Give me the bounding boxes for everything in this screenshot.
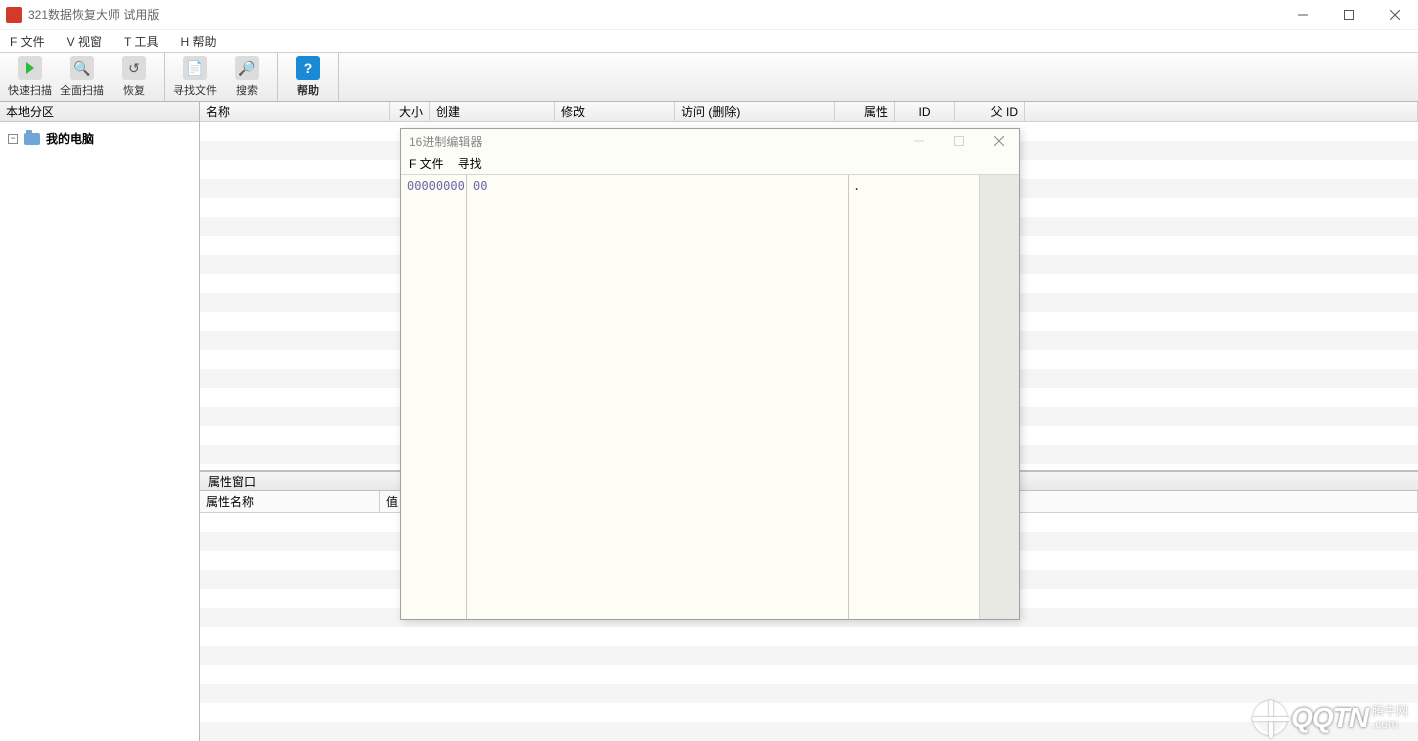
prop-col-name[interactable]: 属性名称 — [200, 491, 380, 512]
help-icon: ? — [296, 56, 320, 80]
hex-titlebar[interactable]: 16进制编辑器 — [401, 129, 1019, 153]
col-modified[interactable]: 修改 — [555, 102, 675, 121]
hex-editor-window[interactable]: 16进制编辑器 F 文件 寻找 00000000 00 . — [400, 128, 1020, 620]
maximize-button[interactable] — [1326, 0, 1372, 30]
play-icon — [18, 56, 42, 80]
help-button[interactable]: ? 帮助 — [282, 55, 334, 99]
hex-close-button[interactable] — [979, 129, 1019, 153]
file-list-columns: 名称 大小 创建 修改 访问 (删除) 属性 ID 父 ID — [200, 102, 1418, 122]
col-size[interactable]: 大小 — [390, 102, 430, 121]
col-accessed[interactable]: 访问 (删除) — [675, 102, 835, 121]
table-row — [200, 722, 1418, 741]
hex-menu-find[interactable]: 寻找 — [458, 155, 482, 172]
table-row — [200, 627, 1418, 646]
hex-title-text: 16进制编辑器 — [409, 133, 482, 150]
watermark-icon — [1253, 701, 1287, 735]
watermark: QQTN 腾牛网 .com — [1253, 701, 1408, 735]
col-parent-id[interactable]: 父 ID — [955, 102, 1025, 121]
table-row — [200, 703, 1418, 722]
menu-file[interactable]: F 文件 — [6, 31, 49, 52]
hex-body: 00000000 00 . — [401, 175, 1019, 619]
toolbar: 快速扫描 🔍 全面扫描 ↺ 恢复 📄 寻找文件 🔎 搜索 ? 帮助 — [0, 52, 1418, 102]
app-title: 321数据恢复大师 试用版 — [28, 6, 159, 23]
hex-window-controls — [899, 129, 1019, 153]
sidebar: 本地分区 我的电脑 — [0, 102, 200, 741]
hex-ascii-column[interactable]: . — [849, 175, 979, 619]
col-id[interactable]: ID — [895, 102, 955, 121]
titlebar: 321数据恢复大师 试用版 — [0, 0, 1418, 30]
quick-scan-button[interactable]: 快速扫描 — [4, 55, 56, 99]
hex-maximize-button[interactable] — [939, 129, 979, 153]
watermark-side: 腾牛网 .com — [1372, 705, 1408, 731]
hex-menu-file[interactable]: F 文件 — [409, 155, 444, 172]
search-icon: 🔎 — [235, 56, 259, 80]
computer-icon — [24, 133, 40, 145]
hex-bytes-column[interactable]: 00 — [467, 175, 849, 619]
minimize-button[interactable] — [1280, 0, 1326, 30]
sidebar-header: 本地分区 — [0, 102, 199, 122]
menubar: F 文件 V 视窗 T 工具 H 帮助 — [0, 30, 1418, 52]
recover-button[interactable]: ↺ 恢复 — [108, 55, 160, 99]
find-file-icon: 📄 — [183, 56, 207, 80]
tree-expand-icon[interactable] — [8, 134, 18, 144]
hex-scrollbar[interactable] — [979, 175, 1019, 619]
hex-menubar: F 文件 寻找 — [401, 153, 1019, 175]
find-file-button[interactable]: 📄 寻找文件 — [169, 55, 221, 99]
table-row — [200, 684, 1418, 703]
menu-help[interactable]: H 帮助 — [176, 31, 220, 52]
app-icon — [6, 7, 22, 23]
full-scan-button[interactable]: 🔍 全面扫描 — [56, 55, 108, 99]
table-row — [200, 646, 1418, 665]
close-button[interactable] — [1372, 0, 1418, 30]
recover-icon: ↺ — [122, 56, 146, 80]
tree-root-label: 我的电脑 — [46, 130, 94, 147]
table-row — [200, 665, 1418, 684]
window-controls — [1280, 0, 1418, 30]
menu-tools[interactable]: T 工具 — [120, 31, 162, 52]
watermark-brand: QQTN — [1291, 702, 1368, 734]
col-name[interactable]: 名称 — [200, 102, 390, 121]
col-spacer — [1025, 102, 1418, 121]
col-created[interactable]: 创建 — [430, 102, 555, 121]
col-attr[interactable]: 属性 — [835, 102, 895, 121]
hex-minimize-button[interactable] — [899, 129, 939, 153]
tree: 我的电脑 — [0, 122, 199, 741]
tree-node-root[interactable]: 我的电脑 — [8, 128, 199, 149]
search-button[interactable]: 🔎 搜索 — [221, 55, 273, 99]
scan-icon: 🔍 — [70, 56, 94, 80]
hex-offset-column[interactable]: 00000000 — [401, 175, 467, 619]
menu-view[interactable]: V 视窗 — [63, 31, 106, 52]
